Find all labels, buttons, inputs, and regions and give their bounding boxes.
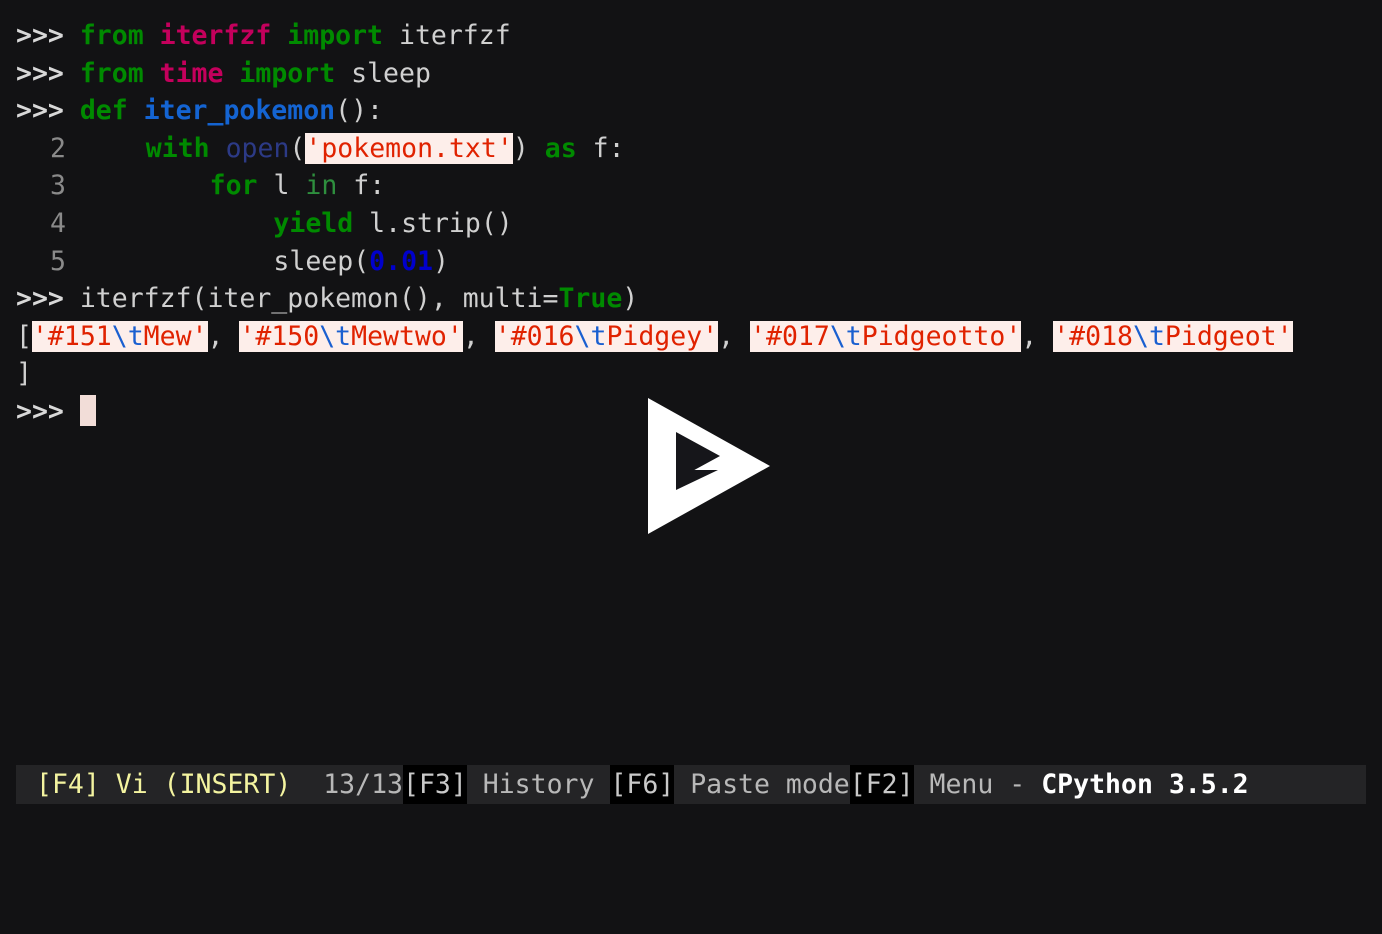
escape-sequence: \t xyxy=(111,320,144,352)
string-literal: '#018\tPidgeot' xyxy=(1053,320,1293,352)
string-literal: 'pokemon.txt' xyxy=(305,132,513,164)
string-literal: '#150\tMewtwo' xyxy=(239,320,463,352)
code-token: time xyxy=(159,57,224,89)
code-token: f: xyxy=(337,170,386,202)
console-line: >>> from time import sleep xyxy=(0,55,1382,93)
console-output[interactable]: >>> from iterfzf import iterfzf >>> from … xyxy=(0,0,1382,431)
console-line: >>> from iterfzf import iterfzf xyxy=(0,17,1382,55)
code-token: sleep xyxy=(351,57,431,89)
code-token: l xyxy=(257,170,306,202)
status-menu-key[interactable]: [F2] xyxy=(849,765,914,804)
code-token: , xyxy=(718,320,751,352)
console-line: 3 for l in f: xyxy=(0,167,1382,205)
escape-sequence: \t xyxy=(574,320,607,352)
code-token: import xyxy=(239,57,336,89)
prompt-marker: >>> xyxy=(16,95,80,127)
console-line: ] xyxy=(0,355,1382,393)
code-token: as xyxy=(544,132,577,164)
code-token: iterfzf(iter_pokemon(), multi= xyxy=(79,283,559,315)
code-token: 0.01 xyxy=(369,245,433,277)
terminal-window: >>> from iterfzf import iterfzf >>> from … xyxy=(0,0,1382,934)
code-token: ( xyxy=(289,132,306,164)
status-bar: [F4] Vi (INSERT) 13/13 [F3] History [F6]… xyxy=(16,765,1366,804)
text-cursor[interactable] xyxy=(79,394,96,426)
code-token: iterfzf xyxy=(398,20,511,51)
code-token: iter_pokemon xyxy=(143,95,336,127)
code-token: ) xyxy=(432,245,449,277)
status-menu-label[interactable]: Menu xyxy=(914,765,1010,804)
prompt-marker: >>> xyxy=(16,395,80,427)
code-token: True xyxy=(558,283,623,315)
status-vi-mode[interactable]: [F4] Vi (INSERT) xyxy=(16,765,291,804)
console-line: >>> iterfzf(iter_pokemon(), multi=True) xyxy=(0,280,1382,318)
asciinema-play-icon[interactable] xyxy=(646,396,772,536)
code-token: with xyxy=(145,132,210,164)
status-gap xyxy=(291,765,323,804)
code-token: sleep( xyxy=(81,245,370,277)
console-line: 5 sleep(0.01) xyxy=(0,243,1382,281)
code-token: , xyxy=(207,320,240,352)
code-token: from xyxy=(79,20,144,51)
console-line: ['#151\tMew', '#150\tMewtwo', '#016\tPid… xyxy=(0,318,1382,356)
string-literal: '#151\tMew' xyxy=(31,320,208,352)
code-token: yield xyxy=(273,207,354,239)
code-token: in xyxy=(305,170,338,202)
line-number: 3 xyxy=(50,170,66,202)
escape-sequence: \t xyxy=(1133,320,1165,352)
code-token: ] xyxy=(16,358,32,390)
code-token: open xyxy=(225,132,290,164)
prompt-marker: >>> xyxy=(16,20,80,51)
code-token: , xyxy=(462,320,495,352)
console-line: >>> def iter_pokemon(): xyxy=(0,92,1382,130)
status-position: 13/13 xyxy=(323,769,403,800)
status-history-key[interactable]: [F3] xyxy=(402,765,467,804)
code-token: l.strip() xyxy=(353,207,513,239)
code-token: (): xyxy=(335,95,383,127)
prompt-marker: >>> xyxy=(16,57,80,89)
status-interpreter: CPython 3.5.2 xyxy=(1041,769,1249,800)
escape-sequence: \t xyxy=(829,320,862,352)
code-token: iterfzf xyxy=(159,20,272,51)
code-token: from xyxy=(79,57,144,89)
code-token: ) xyxy=(512,132,545,164)
code-token: [ xyxy=(16,320,32,352)
code-token: for xyxy=(209,170,258,202)
play-button-overlay[interactable] xyxy=(646,396,772,536)
line-number: 5 xyxy=(50,245,66,277)
string-literal: '#017\tPidgeotto' xyxy=(750,320,1022,352)
code-token: ) xyxy=(622,283,639,315)
console-line: 2 with open('pokemon.txt') as f: xyxy=(0,130,1382,168)
code-token: import xyxy=(287,20,384,51)
escape-sequence: \t xyxy=(319,320,352,352)
code-token: f: xyxy=(576,132,625,164)
console-line: 4 yield l.strip() xyxy=(0,205,1382,243)
code-token: def xyxy=(79,95,128,127)
status-paste-label[interactable]: Paste mode xyxy=(674,765,850,804)
line-number: 2 xyxy=(50,132,66,164)
status-history-label[interactable]: History xyxy=(467,765,611,804)
line-number: 4 xyxy=(50,207,66,239)
code-token: , xyxy=(1021,320,1054,352)
status-paste-key[interactable]: [F6] xyxy=(610,765,675,804)
prompt-marker: >>> xyxy=(16,283,80,315)
string-literal: '#016\tPidgey' xyxy=(494,320,719,352)
status-separator: - xyxy=(1009,769,1042,800)
